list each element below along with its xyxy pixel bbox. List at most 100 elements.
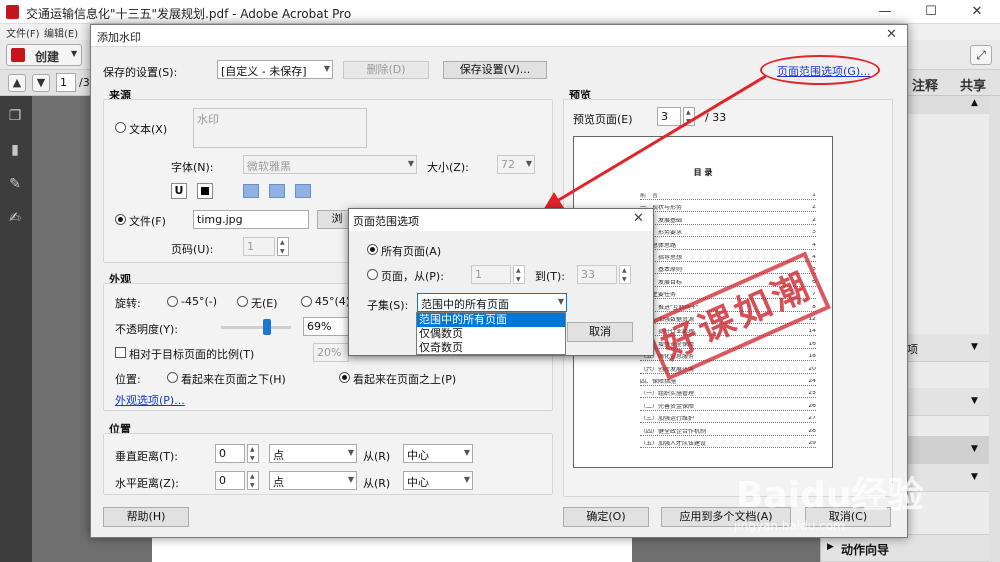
bookmark-icon[interactable]: ▮ — [7, 142, 23, 158]
saved-settings-select[interactable]: [自定义 - 未保存] ▼ — [217, 60, 333, 79]
vertical-unit-select[interactable]: 点 ▼ — [269, 444, 357, 463]
page-from-stepper[interactable]: ▲ ▼ — [513, 265, 525, 284]
page-range-cancel-button[interactable]: 取消 — [567, 322, 633, 342]
subset-option-all[interactable]: 范围中的所有页面 — [417, 313, 565, 327]
toc-line-page: 4 — [812, 242, 816, 248]
page-down-icon[interactable]: ▼ — [32, 74, 50, 92]
vertical-distance-label: 垂直距离(T): — [115, 450, 179, 463]
acrobat-app-icon — [6, 5, 19, 19]
subset-option-even[interactable]: 仅偶数页 — [417, 327, 565, 341]
horizontal-from-select[interactable]: 中心 ▼ — [403, 471, 473, 490]
align-left-icon[interactable] — [243, 184, 259, 198]
fullscreen-icon[interactable]: ⤢ — [970, 45, 992, 65]
opacity-slider-handle[interactable] — [263, 319, 271, 335]
action-wizard-row[interactable]: ▶ 动作向导 — [821, 534, 1000, 562]
tab-share[interactable]: 共享 — [960, 75, 986, 94]
rotate-45-radio[interactable] — [301, 296, 312, 307]
chevron-up-icon[interactable]: ▲ — [971, 98, 978, 108]
toc-line-text: 四、保障措施 — [640, 379, 677, 385]
chevron-down-icon: ▼ — [323, 64, 330, 73]
vertical-from-select[interactable]: 中心 ▼ — [403, 444, 473, 463]
vertical-scrollbar[interactable] — [989, 96, 1000, 562]
window-title: 交通运输信息化"十三五"发展规划.pdf - Adobe Acrobat Pro — [26, 7, 352, 21]
toc-line-page: 25 — [808, 391, 816, 397]
vertical-distance-input[interactable]: 0 — [215, 444, 245, 463]
panel-item-label: 项 — [907, 343, 918, 356]
align-right-icon[interactable] — [295, 184, 311, 198]
position-above-radio[interactable] — [339, 372, 350, 383]
chevron-down-icon: ▼ — [971, 396, 978, 406]
page-to-stepper[interactable]: ▲ ▼ — [619, 265, 631, 284]
chevron-down-icon: ▼ — [347, 448, 354, 457]
chevron-down-icon: ▼ — [71, 49, 78, 58]
horizontal-distance-stepper[interactable]: ▲ ▼ — [247, 471, 259, 490]
page-code-label: 页码(U): — [171, 243, 214, 256]
horizontal-distance-input[interactable]: 0 — [215, 471, 245, 490]
size-value: 72 — [501, 158, 515, 171]
rotate-label: 旋转: — [115, 297, 141, 310]
horizontal-from-label: 从(R) — [363, 477, 391, 490]
font-select[interactable]: 微软雅黑 ▼ — [243, 155, 417, 174]
help-button[interactable]: 帮助(H) — [103, 507, 189, 527]
relative-scale-input[interactable]: 20% — [313, 343, 349, 362]
page-code-stepper[interactable]: ▲ ▼ — [277, 237, 289, 256]
chevron-down-icon: ▼ — [971, 472, 978, 482]
toc-line: 四、保障措施 24 — [640, 379, 816, 386]
action-wizard-label: 动作向导 — [841, 543, 890, 557]
subset-option-odd[interactable]: 仅奇数页 — [417, 341, 565, 355]
delete-button[interactable]: 删除(D) — [343, 61, 429, 79]
toc-line-page: 27 — [808, 416, 816, 422]
opacity-slider-track[interactable] — [221, 326, 291, 329]
vertical-distance-stepper[interactable]: ▲ ▼ — [247, 444, 259, 463]
opacity-input[interactable]: 69% — [303, 317, 349, 336]
maximize-button[interactable]: ☐ — [908, 0, 954, 24]
toc-line: （五）加强人才队伍建设 29 — [640, 441, 816, 448]
position-below-radio[interactable] — [167, 372, 178, 383]
rotate-45-label: 45°(4) — [315, 295, 351, 308]
menu-edit[interactable]: 编辑(E) — [44, 25, 78, 40]
toc-line: （二）形势要求 3 — [640, 230, 816, 238]
rotate-none-radio[interactable] — [237, 296, 248, 307]
attachment-icon[interactable]: ✎ — [7, 176, 23, 192]
subset-select[interactable]: 范围中的所有页面 ▼ — [417, 293, 567, 312]
file-path-input[interactable]: timg.jpg — [193, 210, 309, 229]
toc-line-page: 26 — [808, 403, 816, 409]
page-range-radio[interactable] — [367, 269, 378, 280]
font-label: 字体(N): — [171, 161, 214, 174]
page-from-input[interactable]: 1 — [471, 265, 511, 284]
underline-icon[interactable]: U — [171, 183, 187, 199]
relative-scale-checkbox[interactable] — [115, 347, 126, 358]
chevron-down-icon: ▼ — [971, 444, 978, 454]
text-source-radio[interactable] — [115, 122, 126, 133]
toc-line: （三）加强运行维护 27 — [640, 416, 816, 424]
minimize-button[interactable]: — — [862, 0, 908, 24]
subset-label: 子集(S): — [367, 299, 409, 312]
create-button[interactable]: 创建 ▼ — [6, 44, 82, 66]
page-range-label: 页面，从(P): — [381, 270, 444, 283]
horizontal-unit-value: 点 — [273, 476, 284, 489]
file-source-radio[interactable] — [115, 214, 126, 225]
close-icon[interactable]: ✕ — [886, 27, 897, 42]
close-window-button[interactable]: ✕ — [954, 0, 1000, 24]
page-up-icon[interactable]: ▲ — [8, 74, 26, 92]
color-swatch-icon[interactable] — [197, 183, 213, 199]
close-icon[interactable]: ✕ — [633, 211, 644, 226]
pages-icon[interactable]: ❐ — [7, 108, 23, 124]
toc-line: （四）健全政企合作机制 28 — [640, 428, 816, 436]
all-pages-radio[interactable] — [367, 244, 378, 255]
signature-icon[interactable]: ✍ — [7, 210, 23, 226]
page-code-input[interactable]: 1 — [243, 237, 275, 256]
align-center-icon[interactable] — [269, 184, 285, 198]
watermark-text-input[interactable]: 水印 — [193, 108, 367, 148]
vertical-from-label: 从(R) — [363, 450, 391, 463]
horizontal-unit-select[interactable]: 点 ▼ — [269, 471, 357, 490]
ok-button[interactable]: 确定(O) — [563, 507, 649, 527]
toc-line-page: 20 — [808, 366, 816, 372]
appearance-options-link[interactable]: 外观选项(P)... — [115, 392, 185, 408]
menu-file[interactable]: 文件(F) — [6, 25, 40, 40]
page-to-input[interactable]: 33 — [577, 265, 617, 284]
page-number-input[interactable]: 1 — [56, 73, 76, 92]
tab-comment[interactable]: 注释 — [912, 75, 938, 94]
create-pdf-icon — [11, 48, 25, 62]
rotate-minus45-radio[interactable] — [167, 296, 178, 307]
